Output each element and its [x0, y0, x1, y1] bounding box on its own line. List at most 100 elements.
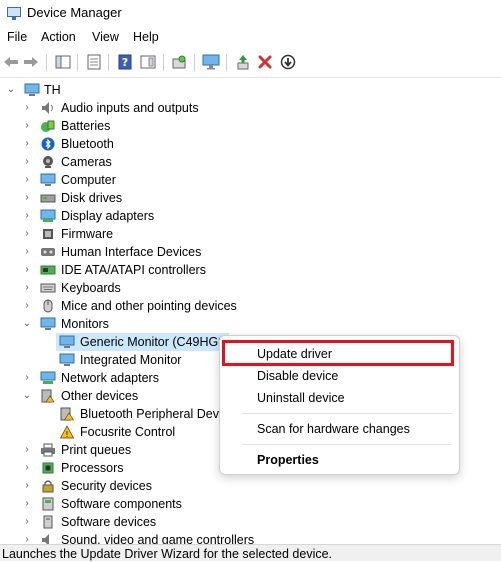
- tree-item-label: Display adapters: [61, 209, 155, 223]
- processor-icon: [40, 460, 56, 476]
- expand-chevron-icon[interactable]: ›: [22, 441, 32, 459]
- tree-child-item-selected[interactable]: Generic Monitor (C49HG9x): [56, 333, 236, 351]
- expand-chevron-icon[interactable]: ›: [22, 495, 32, 513]
- tree-root[interactable]: ⌄ TH: [0, 81, 501, 99]
- expand-chevron-icon[interactable]: ›: [22, 135, 32, 153]
- sound-icon: [40, 532, 56, 544]
- toolbar-separator: [77, 54, 78, 71]
- forward-icon[interactable]: [22, 53, 40, 71]
- expand-chevron-icon[interactable]: ›: [22, 459, 32, 477]
- update-driver-icon[interactable]: [234, 53, 252, 71]
- warning-device-icon: [40, 388, 56, 404]
- tree-item[interactable]: › Display adapters: [0, 207, 501, 225]
- disable-device-menu-item[interactable]: Disable device: [220, 365, 459, 387]
- printer-icon: [40, 442, 56, 458]
- expand-chevron-icon[interactable]: ›: [22, 297, 32, 315]
- tree-item[interactable]: › Security devices: [0, 477, 501, 495]
- expand-chevron-icon[interactable]: ›: [22, 207, 32, 225]
- tree-item[interactable]: › Bluetooth: [0, 135, 501, 153]
- tree-item[interactable]: › Computer: [0, 171, 501, 189]
- network-icon: [40, 370, 56, 386]
- speaker-icon: [40, 100, 56, 116]
- expand-chevron-icon[interactable]: ›: [22, 243, 32, 261]
- uninstall-device-label: Uninstall device: [257, 391, 345, 405]
- tree-item[interactable]: › IDE ATA/ATAPI controllers: [0, 261, 501, 279]
- tree-item-label: Network adapters: [61, 371, 159, 385]
- toolbar-separator: [46, 54, 47, 71]
- expand-chevron-icon[interactable]: ›: [22, 171, 32, 189]
- tree-item[interactable]: › Human Interface Devices: [0, 243, 501, 261]
- warning-icon: !: [59, 424, 75, 440]
- tree-item-label: Mice and other pointing devices: [61, 299, 237, 313]
- menu-file[interactable]: File: [7, 30, 27, 44]
- tree-item[interactable]: › Cameras: [0, 153, 501, 171]
- collapse-chevron-icon[interactable]: ⌄: [22, 315, 32, 333]
- disable-device-icon[interactable]: [279, 53, 297, 71]
- expand-chevron-icon[interactable]: ›: [22, 279, 32, 297]
- tree-item[interactable]: ⌄ Monitors: [0, 315, 501, 333]
- tree-item[interactable]: › Software components: [0, 495, 501, 513]
- tree-item[interactable]: › Firmware: [0, 225, 501, 243]
- collapse-chevron-icon[interactable]: ⌄: [22, 387, 32, 405]
- window-title: Device Manager: [27, 5, 122, 20]
- tree-item-label: Integrated Monitor: [80, 353, 182, 367]
- tree-root-label: TH: [44, 83, 61, 97]
- security-icon: [40, 478, 56, 494]
- monitor-icon[interactable]: [202, 53, 220, 71]
- expand-chevron-icon[interactable]: ›: [22, 261, 32, 279]
- tree-item-label: Audio inputs and outputs: [61, 101, 199, 115]
- collapse-chevron-icon[interactable]: ⌄: [6, 81, 16, 99]
- tree-item-label: Generic Monitor (C49HG9x): [80, 335, 236, 349]
- hid-icon: [40, 244, 56, 260]
- scan-hardware-icon[interactable]: [170, 53, 188, 71]
- highlight-annotation-box: [222, 340, 454, 366]
- tree-item-label: Computer: [61, 173, 116, 187]
- tree-item-label: Other devices: [61, 389, 139, 403]
- toolbar-separator: [108, 54, 109, 71]
- menu-help[interactable]: Help: [133, 30, 159, 44]
- tree-item[interactable]: › Mice and other pointing devices: [0, 297, 501, 315]
- tree-item[interactable]: › Sound, video and game controllers: [0, 531, 501, 544]
- back-icon[interactable]: [2, 53, 20, 71]
- toolbar-separator: [163, 54, 164, 71]
- properties-menu-item[interactable]: Properties: [220, 449, 459, 471]
- camera-icon: [40, 154, 56, 170]
- expand-chevron-icon[interactable]: ›: [22, 369, 32, 387]
- tree-item-label: Bluetooth: [61, 137, 114, 151]
- properties-icon[interactable]: [85, 53, 103, 71]
- uninstall-device-menu-item[interactable]: Uninstall device: [220, 387, 459, 409]
- bluetooth-icon: [40, 136, 56, 152]
- monitor-icon: [59, 334, 75, 350]
- computer-root-icon: [24, 82, 40, 98]
- menu-action[interactable]: Action: [41, 30, 76, 44]
- tree-item[interactable]: › Disk drives: [0, 189, 501, 207]
- expand-chevron-icon[interactable]: ›: [22, 99, 32, 117]
- tree-item-label: Focusrite Control: [80, 425, 176, 439]
- disable-device-label: Disable device: [257, 369, 339, 383]
- tree-item-label: Software devices: [61, 515, 157, 529]
- svg-text:!: !: [65, 430, 68, 439]
- expand-chevron-icon[interactable]: ›: [22, 477, 32, 495]
- svg-text:?: ?: [122, 56, 128, 69]
- tree-item[interactable]: › Software devices: [0, 513, 501, 531]
- action-pane-icon[interactable]: [139, 53, 157, 71]
- menu-separator: [242, 444, 452, 445]
- scan-hardware-menu-item[interactable]: Scan for hardware changes: [220, 418, 459, 440]
- expand-chevron-icon[interactable]: ›: [22, 513, 32, 531]
- expand-chevron-icon[interactable]: ›: [22, 531, 32, 544]
- tree-item[interactable]: › Batteries: [0, 117, 501, 135]
- tree-item-label: Disk drives: [61, 191, 123, 205]
- help-icon[interactable]: ?: [116, 53, 134, 71]
- tree-item[interactable]: › Keyboards: [0, 279, 501, 297]
- title-bar: Device Manager: [0, 0, 501, 27]
- show-hide-tree-icon[interactable]: [54, 53, 72, 71]
- expand-chevron-icon[interactable]: ›: [22, 189, 32, 207]
- expand-chevron-icon[interactable]: ›: [22, 117, 32, 135]
- scan-hardware-label: Scan for hardware changes: [257, 422, 410, 436]
- tree-item[interactable]: › Audio inputs and outputs: [0, 99, 501, 117]
- expand-chevron-icon[interactable]: ›: [22, 153, 32, 171]
- menu-view[interactable]: View: [92, 30, 119, 44]
- software-devices-icon: [40, 514, 56, 530]
- expand-chevron-icon[interactable]: ›: [22, 225, 32, 243]
- uninstall-icon[interactable]: [256, 53, 274, 71]
